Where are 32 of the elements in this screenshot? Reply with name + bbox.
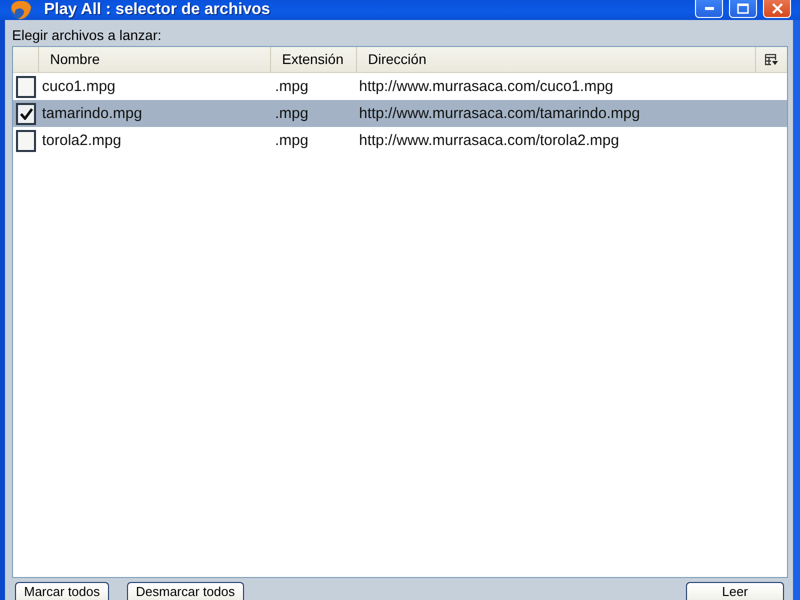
name-cell: torola2.mpg xyxy=(42,132,122,149)
minimize-button[interactable] xyxy=(695,0,723,18)
address-cell: http://www.murrasaca.com/torola2.mpg xyxy=(359,132,620,149)
close-button[interactable] xyxy=(763,0,791,18)
action-button[interactable]: Marcar todos xyxy=(15,582,109,600)
maximize-icon xyxy=(737,3,749,14)
column-header[interactable]: Extensión xyxy=(270,47,356,72)
prompt-label: Elegir archivos a lanzar: xyxy=(12,26,162,45)
column-picker-icon xyxy=(765,54,778,66)
file-row[interactable]: cuco1.mpg .mpg http://www.murrasaca.com/cuco1.mpg xyxy=(13,73,787,100)
name-cell: tamarindo.mpg xyxy=(42,105,142,122)
globe-icon xyxy=(10,0,32,20)
maximize-button[interactable] xyxy=(729,0,757,18)
column-header[interactable]: Dirección xyxy=(356,47,755,72)
file-row[interactable]: torola2.mpg .mpg http://www.murrasaca.com/torola2.mpg xyxy=(13,127,787,154)
checkmark-icon xyxy=(20,108,32,120)
checkbox[interactable] xyxy=(16,102,36,124)
action-button[interactable]: Desmarcar todos xyxy=(126,582,244,600)
name-cell: cuco1.mpg xyxy=(42,78,116,95)
extension-cell: .mpg xyxy=(275,132,308,149)
checkbox[interactable] xyxy=(16,76,36,98)
action-button[interactable]: Leer xyxy=(686,582,784,600)
column-header[interactable]: Nombre xyxy=(38,47,270,72)
checkbox[interactable] xyxy=(16,130,36,152)
extension-cell: .mpg xyxy=(275,105,308,122)
address-cell: http://www.murrasaca.com/cuco1.mpg xyxy=(359,78,614,95)
window-title: Play All : selector de archivos xyxy=(44,0,270,20)
close-icon xyxy=(772,3,782,14)
address-cell: http://www.murrasaca.com/tamarindo.mpg xyxy=(359,105,640,122)
extension-cell: .mpg xyxy=(275,78,308,95)
file-row[interactable]: tamarindo.mpg .mpg http://www.murrasaca.com/tamarindo.mpg xyxy=(13,100,787,127)
minimize-icon xyxy=(704,7,714,10)
